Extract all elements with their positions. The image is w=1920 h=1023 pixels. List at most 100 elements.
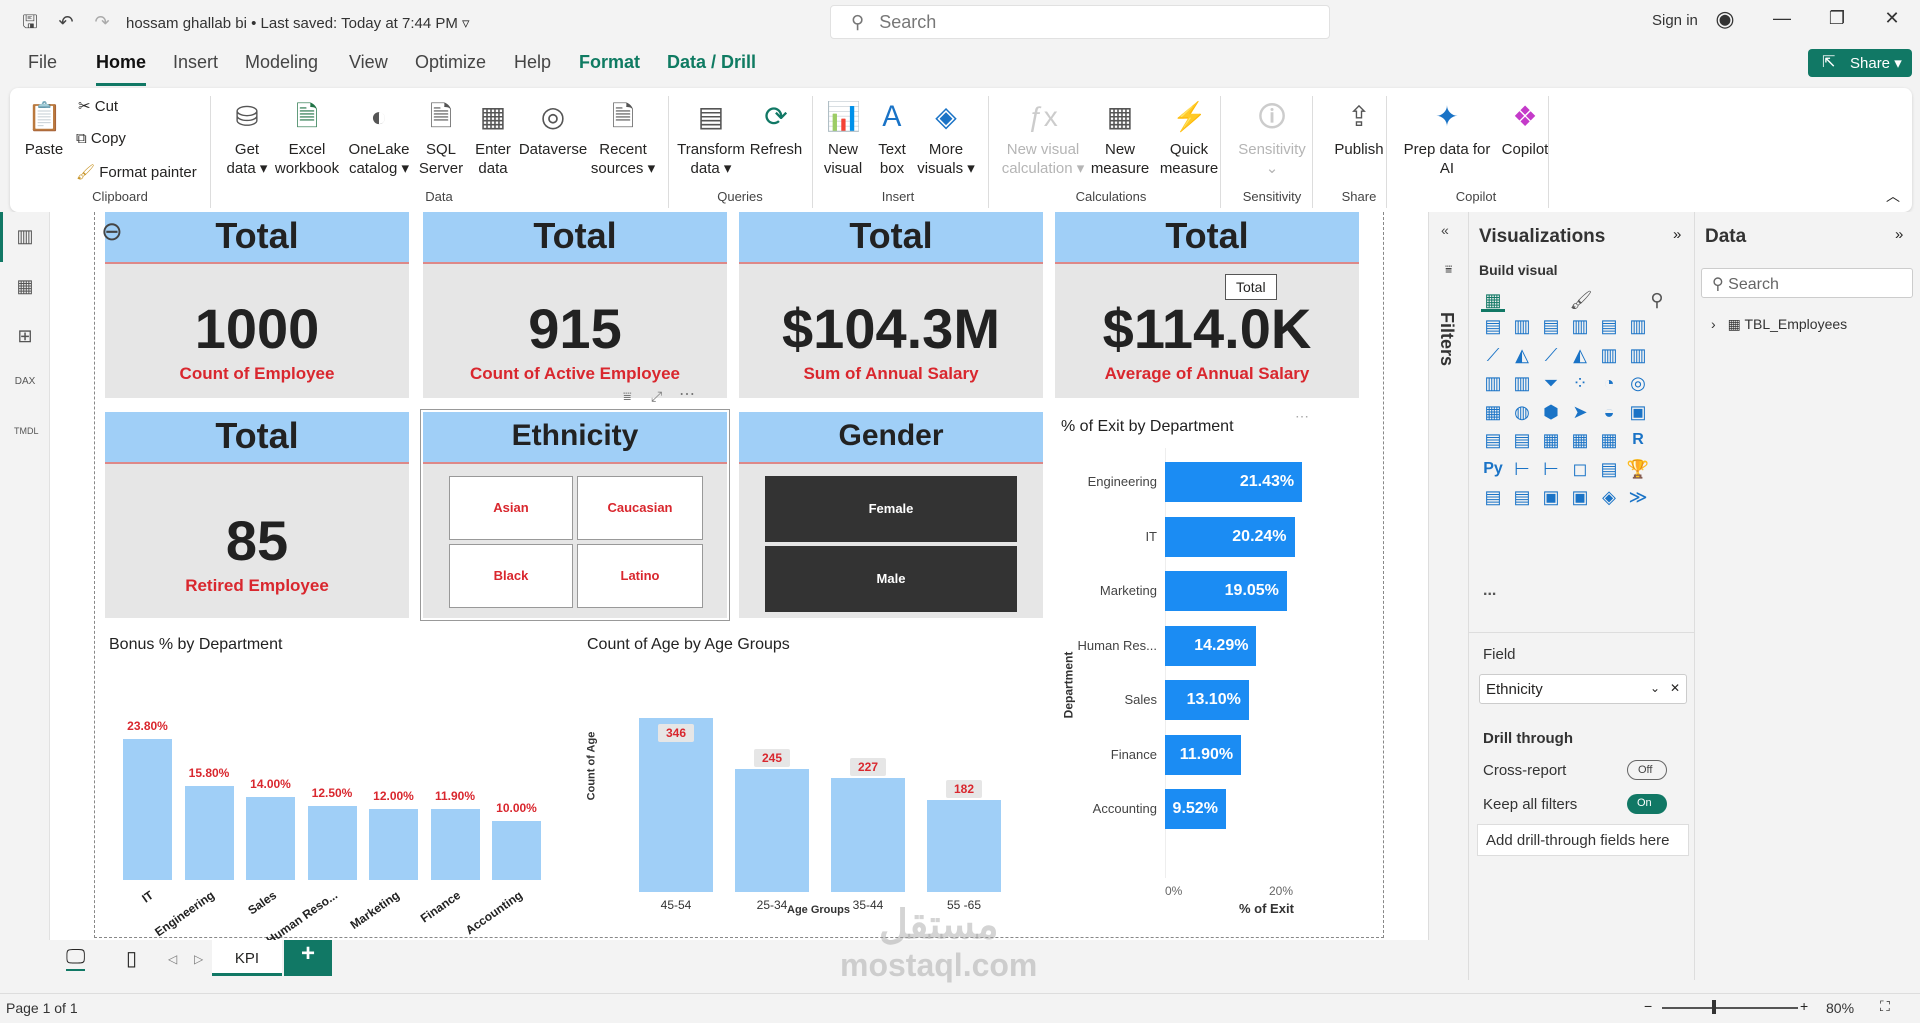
more-options-icon[interactable]: ⋯ (1295, 408, 1309, 425)
copilot-button[interactable]: ❖ Copilot (1490, 98, 1560, 159)
text-box-button[interactable]: Ａ Text box (872, 98, 912, 178)
100-column-icon[interactable]: ▥ (1626, 314, 1650, 338)
age-chart[interactable]: Count of Age by Age Groups Count of Age … (583, 630, 1053, 930)
prep-data-ai-button[interactable]: ✦ Prep data for AI (1392, 98, 1502, 178)
enter-data-button[interactable]: ▦ Enter data (468, 98, 518, 178)
maximize-button[interactable]: ❐ (1822, 8, 1852, 29)
menu-optimize[interactable]: Optimize (415, 52, 486, 73)
decomposition-tree-icon[interactable]: ⊢ (1539, 457, 1563, 481)
donut-chart-icon[interactable]: ◎ (1626, 371, 1650, 395)
new-measure-button[interactable]: ▦ New measure (1090, 98, 1150, 178)
quick-measure-button[interactable]: ⚡ Quick measure (1154, 98, 1224, 178)
waterfall-icon[interactable]: ▥ (1626, 343, 1650, 367)
more-options-icon[interactable]: ⋯ (679, 384, 695, 404)
table-icon[interactable]: ▦ (1568, 428, 1592, 452)
narrative-icon[interactable]: ▤ (1597, 457, 1621, 481)
pie-chart-icon[interactable]: ◔ (1597, 371, 1621, 395)
kpi-card-retired[interactable]: Total 85 Retired Employee (105, 412, 409, 618)
card-icon[interactable]: ▣ (1626, 400, 1650, 424)
dataverse-button[interactable]: ◎ Dataverse (518, 98, 588, 159)
slicer-option-latino[interactable]: Latino (577, 544, 703, 608)
share-button[interactable]: ⇱ Share ▾ (1808, 49, 1912, 77)
combo-chart-icon[interactable]: ▥ (1481, 371, 1505, 395)
gender-slicer[interactable]: Gender Female Male (739, 412, 1043, 618)
get-data-button[interactable]: ⛁ Get data ▾ (222, 98, 272, 178)
cross-report-toggle[interactable]: Off (1627, 760, 1667, 780)
goals-icon[interactable]: 🏆 (1626, 457, 1650, 481)
menu-file[interactable]: File (28, 52, 57, 73)
report-view-icon[interactable]: ▥ (14, 226, 36, 248)
column-line-icon[interactable]: ▥ (1510, 371, 1534, 395)
menu-data-drill[interactable]: Data / Drill (667, 52, 756, 73)
filled-map-icon[interactable]: ⬢ (1539, 400, 1563, 424)
redo-icon[interactable]: ↷ (90, 10, 114, 34)
save-icon[interactable]: 🖫 (18, 10, 42, 34)
power-apps-icon[interactable]: ▤ (1510, 485, 1534, 509)
cut-button[interactable]: ✂ Cut (78, 97, 118, 115)
python-visual-icon[interactable]: Py (1481, 457, 1505, 481)
filter-icon[interactable]: ⩸ (623, 388, 632, 405)
slicer-option-black[interactable]: Black (449, 544, 573, 608)
line-chart-icon[interactable]: ⟋ (1481, 343, 1505, 367)
paste-button[interactable]: 📋 Paste (24, 98, 64, 159)
minimize-button[interactable]: — (1767, 8, 1797, 29)
sensitivity-button[interactable]: 🛈 Sensitivity ⌄ (1232, 98, 1312, 178)
page-tab-kpi[interactable]: KPI (212, 940, 282, 976)
treemap-icon[interactable]: ▦ (1481, 400, 1505, 424)
stacked-column-icon[interactable]: ▥ (1510, 314, 1534, 338)
new-visual-calculation-button[interactable]: ƒx New visual calculation ▾ (998, 98, 1088, 178)
remove-field-icon[interactable]: ✕ (1670, 681, 1680, 695)
field-well-ethnicity[interactable]: Ethnicity ⌄ ✕ (1479, 674, 1687, 704)
100-bar-icon[interactable]: ▤ (1597, 314, 1621, 338)
menu-view[interactable]: View (349, 52, 388, 73)
ribbon-chart-icon[interactable]: ▥ (1597, 343, 1621, 367)
refresh-button[interactable]: ⟳ Refresh (748, 98, 804, 159)
matrix-icon[interactable]: ▦ (1597, 428, 1621, 452)
power-automate-icon[interactable]: ◈ (1597, 485, 1621, 509)
bonus-chart[interactable]: Bonus % by Department 23.80% IT 15.80% Engi… (105, 630, 565, 947)
exit-chart[interactable]: % of Exit by Department ⋯ Department 21.… (1055, 408, 1375, 916)
next-page-icon[interactable]: ▷ (194, 952, 203, 966)
stacked-bar-icon[interactable]: ▤ (1481, 314, 1505, 338)
analytics-icon[interactable]: ⚲ (1645, 288, 1669, 312)
data-search-input[interactable]: ⚲ Search (1701, 268, 1913, 298)
slicer-option-asian[interactable]: Asian (449, 476, 573, 540)
sign-in-link[interactable]: Sign in (1652, 12, 1698, 29)
paginated-report-icon[interactable]: ▤ (1481, 485, 1505, 509)
azure-map-icon[interactable]: ➤ (1568, 400, 1592, 424)
funnel-icon[interactable]: ⏷ (1539, 371, 1563, 395)
search-box[interactable]: ⚲ Search (830, 5, 1330, 39)
area-chart-icon[interactable]: ◭ (1510, 343, 1534, 367)
chevron-down-icon[interactable]: ⌄ (1650, 681, 1660, 695)
multi-row-card-icon[interactable]: ▤ (1481, 428, 1505, 452)
ethnicity-slicer[interactable]: Ethnicity Asian Caucasian Black Latino (420, 409, 730, 621)
filters-pane[interactable]: « ⩸ Filters (1428, 212, 1468, 980)
clustered-column-icon[interactable]: ▥ (1568, 314, 1592, 338)
menu-modeling[interactable]: Modeling (245, 52, 318, 73)
account-icon[interactable]: ◉ (1710, 6, 1740, 32)
table-item[interactable]: › ▦ TBL_Employees (1711, 316, 1847, 333)
add-page-button[interactable]: + (284, 940, 332, 976)
onelake-catalog-button[interactable]: ◐ OneLake catalog ▾ (344, 98, 414, 178)
menu-help[interactable]: Help (514, 52, 551, 73)
slicer-option-male[interactable]: Male (765, 546, 1017, 612)
gauge-icon[interactable]: ◒ (1597, 400, 1621, 424)
table-view-icon[interactable]: ▦ (14, 276, 36, 298)
new-visual-button[interactable]: 📊 New visual (818, 98, 868, 178)
fit-to-page-icon[interactable]: ⛶ (1880, 998, 1890, 1015)
stacked-area-icon[interactable]: ◭ (1568, 343, 1592, 367)
scatter-icon[interactable]: ⁘ (1568, 371, 1592, 395)
line-column-icon[interactable]: ⟋ (1539, 343, 1563, 367)
kpi-card-salary-sum[interactable]: Total $104.3M Sum of Annual Salary (739, 212, 1043, 398)
zoom-slider[interactable] (1662, 1007, 1798, 1009)
publish-button[interactable]: ⇪ Publish (1324, 98, 1394, 159)
copy-button[interactable]: ⧉ Copy (76, 130, 126, 147)
prev-page-icon[interactable]: ◁ (168, 952, 177, 966)
card-new-icon[interactable]: ▣ (1539, 485, 1563, 509)
mobile-layout-icon[interactable]: ▯ (126, 946, 137, 971)
transform-data-button[interactable]: ▤ Transform data ▾ (676, 98, 746, 178)
file-title[interactable]: hossam ghallab bi • Last saved: Today at… (126, 14, 470, 32)
zoom-in-icon[interactable]: + (1800, 998, 1808, 1014)
chevron-right-icon[interactable]: › (1711, 316, 1716, 332)
slicer-option-caucasian[interactable]: Caucasian (577, 476, 703, 540)
